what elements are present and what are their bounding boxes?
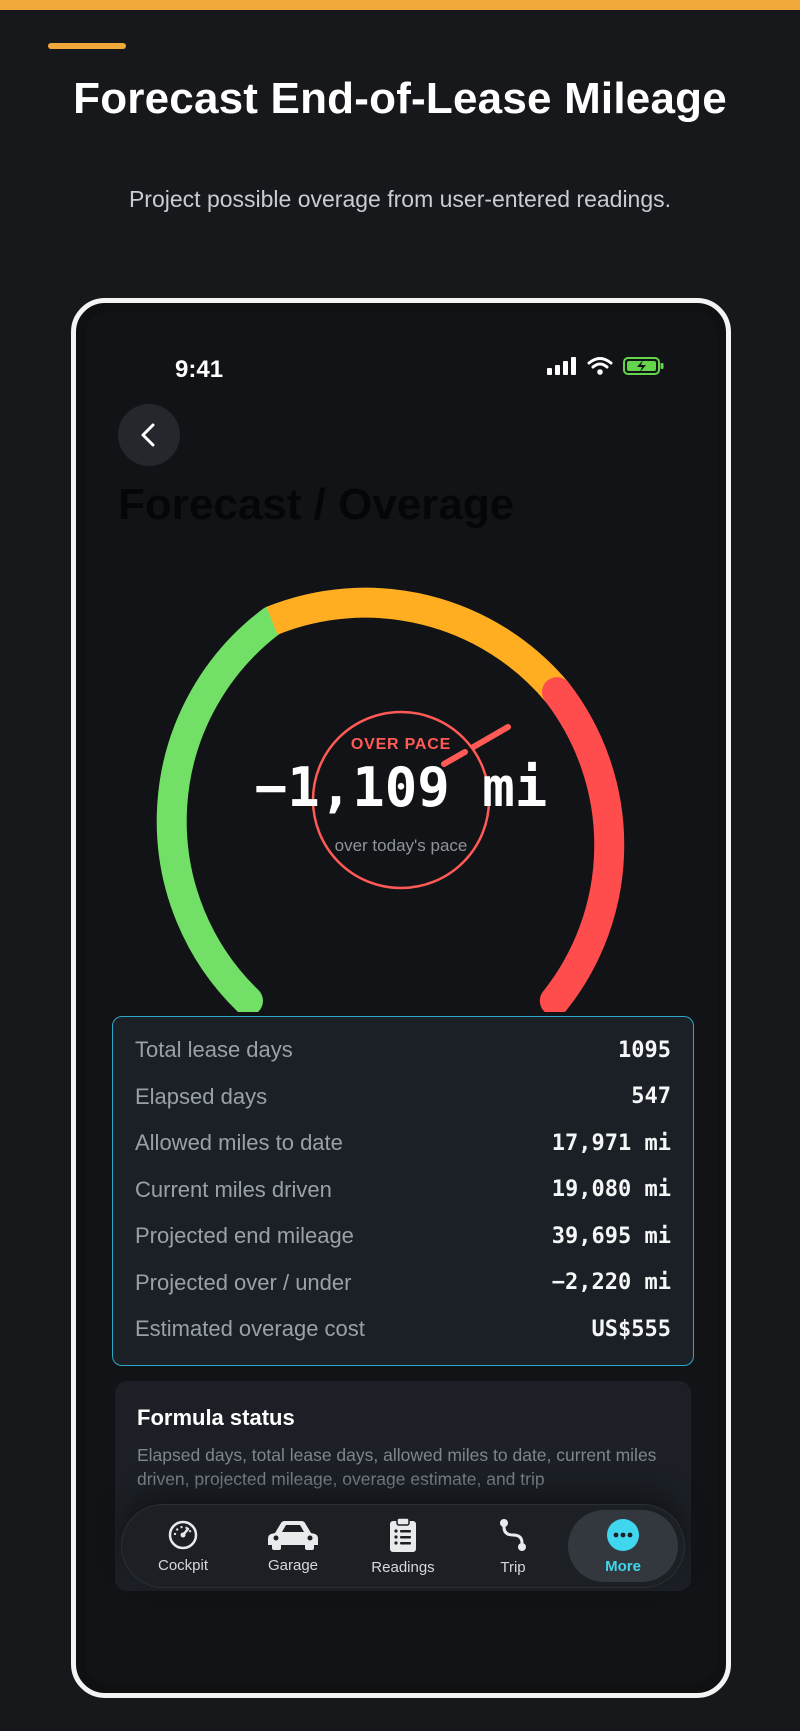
stat-label: Allowed miles to date <box>135 1130 343 1156</box>
forecast-stats-card: Total lease days 1095 Elapsed days 547 A… <box>112 1016 694 1366</box>
app-screen: 9:41 Forecast / Overage OVER PACE −1,109… <box>85 312 717 1684</box>
stat-row: Total lease days 1095 <box>135 1027 671 1074</box>
tab-cockpit[interactable]: Cockpit <box>128 1510 238 1582</box>
cellular-signal-icon <box>547 357 576 375</box>
marketing-headline: Forecast End-of-Lease Mileage <box>73 74 727 123</box>
stat-row: Elapsed days 547 <box>135 1074 671 1121</box>
chevron-left-icon <box>141 423 155 447</box>
tab-more[interactable]: More <box>568 1510 678 1582</box>
stat-row: Estimated overage cost US$555 <box>135 1306 671 1353</box>
tab-label: More <box>605 1557 641 1575</box>
stat-value: −2,220 mi <box>551 1270 671 1296</box>
stat-label: Total lease days <box>135 1037 293 1063</box>
wifi-icon <box>587 357 613 375</box>
formula-status-title: Formula status <box>137 1405 295 1430</box>
stat-value: 17,971 mi <box>551 1130 671 1156</box>
stat-value: US$555 <box>591 1316 671 1342</box>
formula-status-text: Elapsed days, total lease days, allowed … <box>137 1445 657 1489</box>
stat-value: 547 <box>631 1084 671 1110</box>
stat-value: 19,080 mi <box>551 1177 671 1203</box>
clipboard-list-icon <box>390 1516 416 1552</box>
stat-label: Current miles driven <box>135 1176 332 1202</box>
tab-label: Garage <box>267 1556 319 1574</box>
stat-row: Projected end mileage 39,695 mi <box>135 1213 671 1260</box>
tab-label: Cockpit <box>157 1556 209 1574</box>
stat-label: Elapsed days <box>135 1083 268 1109</box>
phone-frame: 9:41 Forecast / Overage OVER PACE −1,109… <box>71 298 731 1698</box>
more-dots-icon <box>607 1518 639 1551</box>
stat-label: Projected over / under <box>135 1269 352 1295</box>
back-button[interactable] <box>118 404 180 466</box>
stat-label: Estimated overage cost <box>135 1316 365 1342</box>
tab-label: Trip <box>500 1558 526 1576</box>
gauge-amber-segment <box>266 587 569 702</box>
stat-value: 39,695 mi <box>551 1223 671 1249</box>
pace-status-label: OVER PACE <box>350 736 452 753</box>
stat-row: Projected over / under −2,220 mi <box>135 1260 671 1307</box>
gauge-icon <box>168 1520 198 1549</box>
top-accent-stripe <box>0 0 800 10</box>
pace-caption: over today's pace <box>334 836 468 855</box>
status-icons <box>547 356 665 376</box>
pace-value: −1,109 mi <box>254 756 548 819</box>
status-time: 9:41 <box>175 356 224 383</box>
stat-row: Allowed miles to date 17,971 mi <box>135 1120 671 1167</box>
route-icon <box>500 1518 526 1551</box>
tab-garage[interactable]: Garage <box>238 1510 348 1582</box>
headline-accent-bar <box>48 43 126 49</box>
tab-label: Readings <box>371 1558 435 1576</box>
car-icon <box>268 1520 318 1550</box>
stat-value: 1095 <box>618 1037 671 1063</box>
marketing-subheadline: Project possible overage from user-enter… <box>128 186 672 212</box>
stat-label: Projected end mileage <box>135 1223 354 1249</box>
page-title: Forecast / Overage <box>118 480 515 529</box>
tab-readings[interactable]: Readings <box>348 1510 458 1582</box>
bottom-tab-bar: Cockpit Garage Readings Trip More <box>121 1504 685 1588</box>
stat-row: Current miles driven 19,080 mi <box>135 1167 671 1214</box>
battery-charging-icon <box>623 357 664 375</box>
tab-trip[interactable]: Trip <box>458 1510 568 1582</box>
